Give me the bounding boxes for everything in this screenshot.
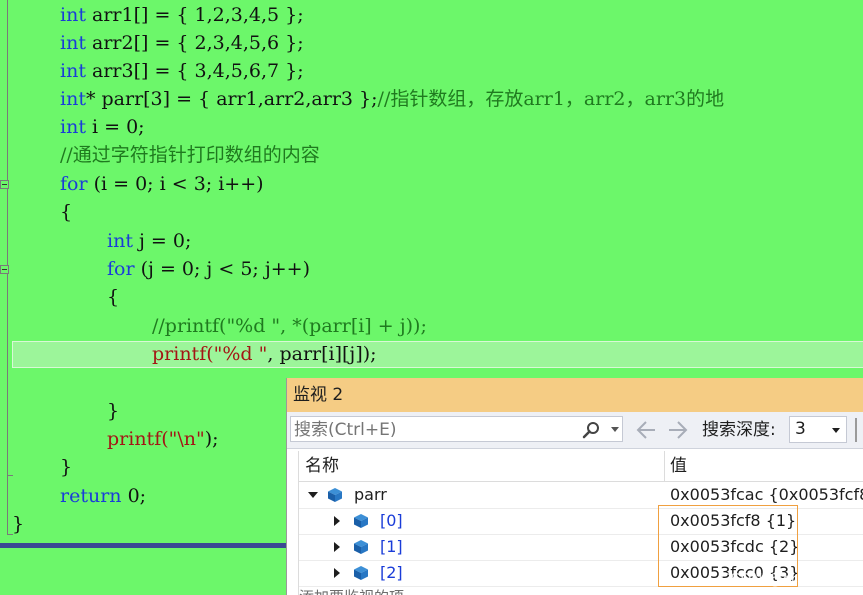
code-token: (j = 0; j < 5; j++): [134, 258, 310, 280]
watch-toolbar: 搜索深度: 3: [287, 412, 863, 449]
watch-window-title[interactable]: 监视 2: [287, 378, 863, 412]
chevron-down-icon[interactable]: [611, 427, 619, 432]
variable-cube-icon: [328, 488, 342, 502]
fold-toggle-icon[interactable]: [0, 180, 9, 189]
search-depth-label: 搜索深度:: [702, 420, 776, 440]
code-token: //printf("%d ", *(parr[i] + j));: [152, 315, 427, 337]
code-token: i = 0;: [85, 116, 145, 138]
code-token: int: [60, 32, 86, 54]
code-token: }: [60, 456, 73, 478]
variable-cube-icon: [354, 566, 368, 580]
code-line[interactable]: int arr2[] = { 2,3,4,5,6 };: [60, 29, 304, 57]
code-token: for: [107, 258, 135, 280]
code-line[interactable]: {: [60, 198, 72, 226]
code-token: int: [60, 88, 86, 110]
code-token: );: [204, 428, 219, 450]
column-header-name[interactable]: 名称: [305, 451, 339, 481]
search-input[interactable]: [291, 417, 576, 443]
code-line[interactable]: for (i = 0; i < 3; i++): [60, 170, 264, 198]
gutter-end-marker: [7, 475, 13, 476]
code-line[interactable]: return 0;: [60, 482, 146, 510]
code-token: }: [107, 400, 120, 422]
code-line[interactable]: {: [107, 283, 119, 311]
code-line[interactable]: }: [60, 453, 72, 481]
column-divider[interactable]: [664, 451, 665, 481]
expand-arrow-icon[interactable]: [334, 516, 340, 526]
code-token: 0;: [121, 485, 147, 507]
expand-arrow-icon[interactable]: [334, 568, 340, 578]
code-line[interactable]: //printf("%d ", *(parr[i] + j));: [152, 312, 427, 340]
code-token: * parr[3] = { arr1,arr2,arr3 };: [85, 88, 378, 110]
watch-row-name: [1]: [380, 537, 403, 556]
search-box[interactable]: [290, 416, 623, 443]
code-line[interactable]: }: [107, 397, 119, 425]
variable-cube-icon: [354, 540, 368, 554]
code-token: }: [12, 513, 25, 535]
code-token: arr1[] = { 1,2,3,4,5 };: [85, 4, 304, 26]
code-token: j = 0;: [132, 230, 192, 252]
code-line[interactable]: int arr1[] = { 1,2,3,4,5 };: [60, 1, 304, 29]
code-line[interactable]: printf("%d ", parr[i][j]);: [152, 340, 377, 368]
code-token: for: [60, 173, 88, 195]
code-token: int: [60, 4, 86, 26]
search-depth-select[interactable]: 3: [789, 416, 847, 443]
forward-arrow-icon[interactable]: [667, 420, 689, 440]
code-token: printf(: [107, 428, 169, 450]
variable-cube-icon: [354, 514, 368, 528]
code-token: arr2[] = { 2,3,4,5,6 };: [85, 32, 304, 54]
code-token: return: [60, 485, 122, 507]
code-line[interactable]: printf("\n");: [107, 425, 219, 453]
expand-arrow-icon[interactable]: [334, 542, 340, 552]
code-token: int: [107, 230, 133, 252]
column-header-value[interactable]: 值: [670, 451, 687, 481]
code-token: "%d ": [213, 343, 268, 365]
code-token: //指针数组，存放arr1，arr2，arr3的地: [377, 88, 725, 110]
status-bar: [0, 543, 290, 548]
code-token: printf(: [152, 343, 214, 365]
code-token: int: [60, 60, 86, 82]
code-token: {: [107, 286, 120, 308]
chevron-down-icon[interactable]: [832, 428, 840, 433]
current-line-highlight: [12, 341, 863, 368]
code-line[interactable]: int* parr[3] = { arr1,arr2,arr3 };//指针数组…: [60, 85, 724, 113]
add-watch-item-prompt[interactable]: 添加要监视的项: [299, 586, 404, 595]
code-token: int: [60, 116, 86, 138]
code-line[interactable]: //通过字符指针打印数组的内容: [60, 141, 320, 169]
watch-column-header: 名称 值: [299, 451, 863, 482]
code-line[interactable]: int i = 0;: [60, 113, 145, 141]
code-token: arr3[] = { 3,4,5,6,7 };: [85, 60, 304, 82]
code-line[interactable]: int arr3[] = { 3,4,5,6,7 };: [60, 57, 304, 85]
watermark: CSDN @crac、ker: [720, 570, 853, 588]
code-token: "\n": [168, 428, 205, 450]
watch-row-name: [0]: [380, 511, 403, 530]
code-token: //通过字符指针打印数组的内容: [60, 144, 320, 166]
fold-toggle-icon[interactable]: [0, 265, 9, 274]
code-token: , parr[i][j]);: [267, 343, 377, 365]
search-depth-value: 3: [795, 419, 806, 439]
code-line[interactable]: int j = 0;: [107, 227, 191, 255]
code-token: {: [60, 201, 73, 223]
code-token: (i = 0; i < 3; i++): [87, 173, 264, 195]
expand-arrow-icon[interactable]: [308, 492, 318, 498]
code-line[interactable]: for (j = 0; j < 5; j++): [107, 255, 310, 283]
back-arrow-icon[interactable]: [635, 420, 657, 440]
search-icon[interactable]: [582, 421, 600, 439]
code-line[interactable]: }: [12, 510, 24, 538]
watch-row-name: parr: [354, 485, 387, 504]
watch-row-name: [2]: [380, 563, 403, 582]
toolbar-divider: [855, 418, 857, 442]
